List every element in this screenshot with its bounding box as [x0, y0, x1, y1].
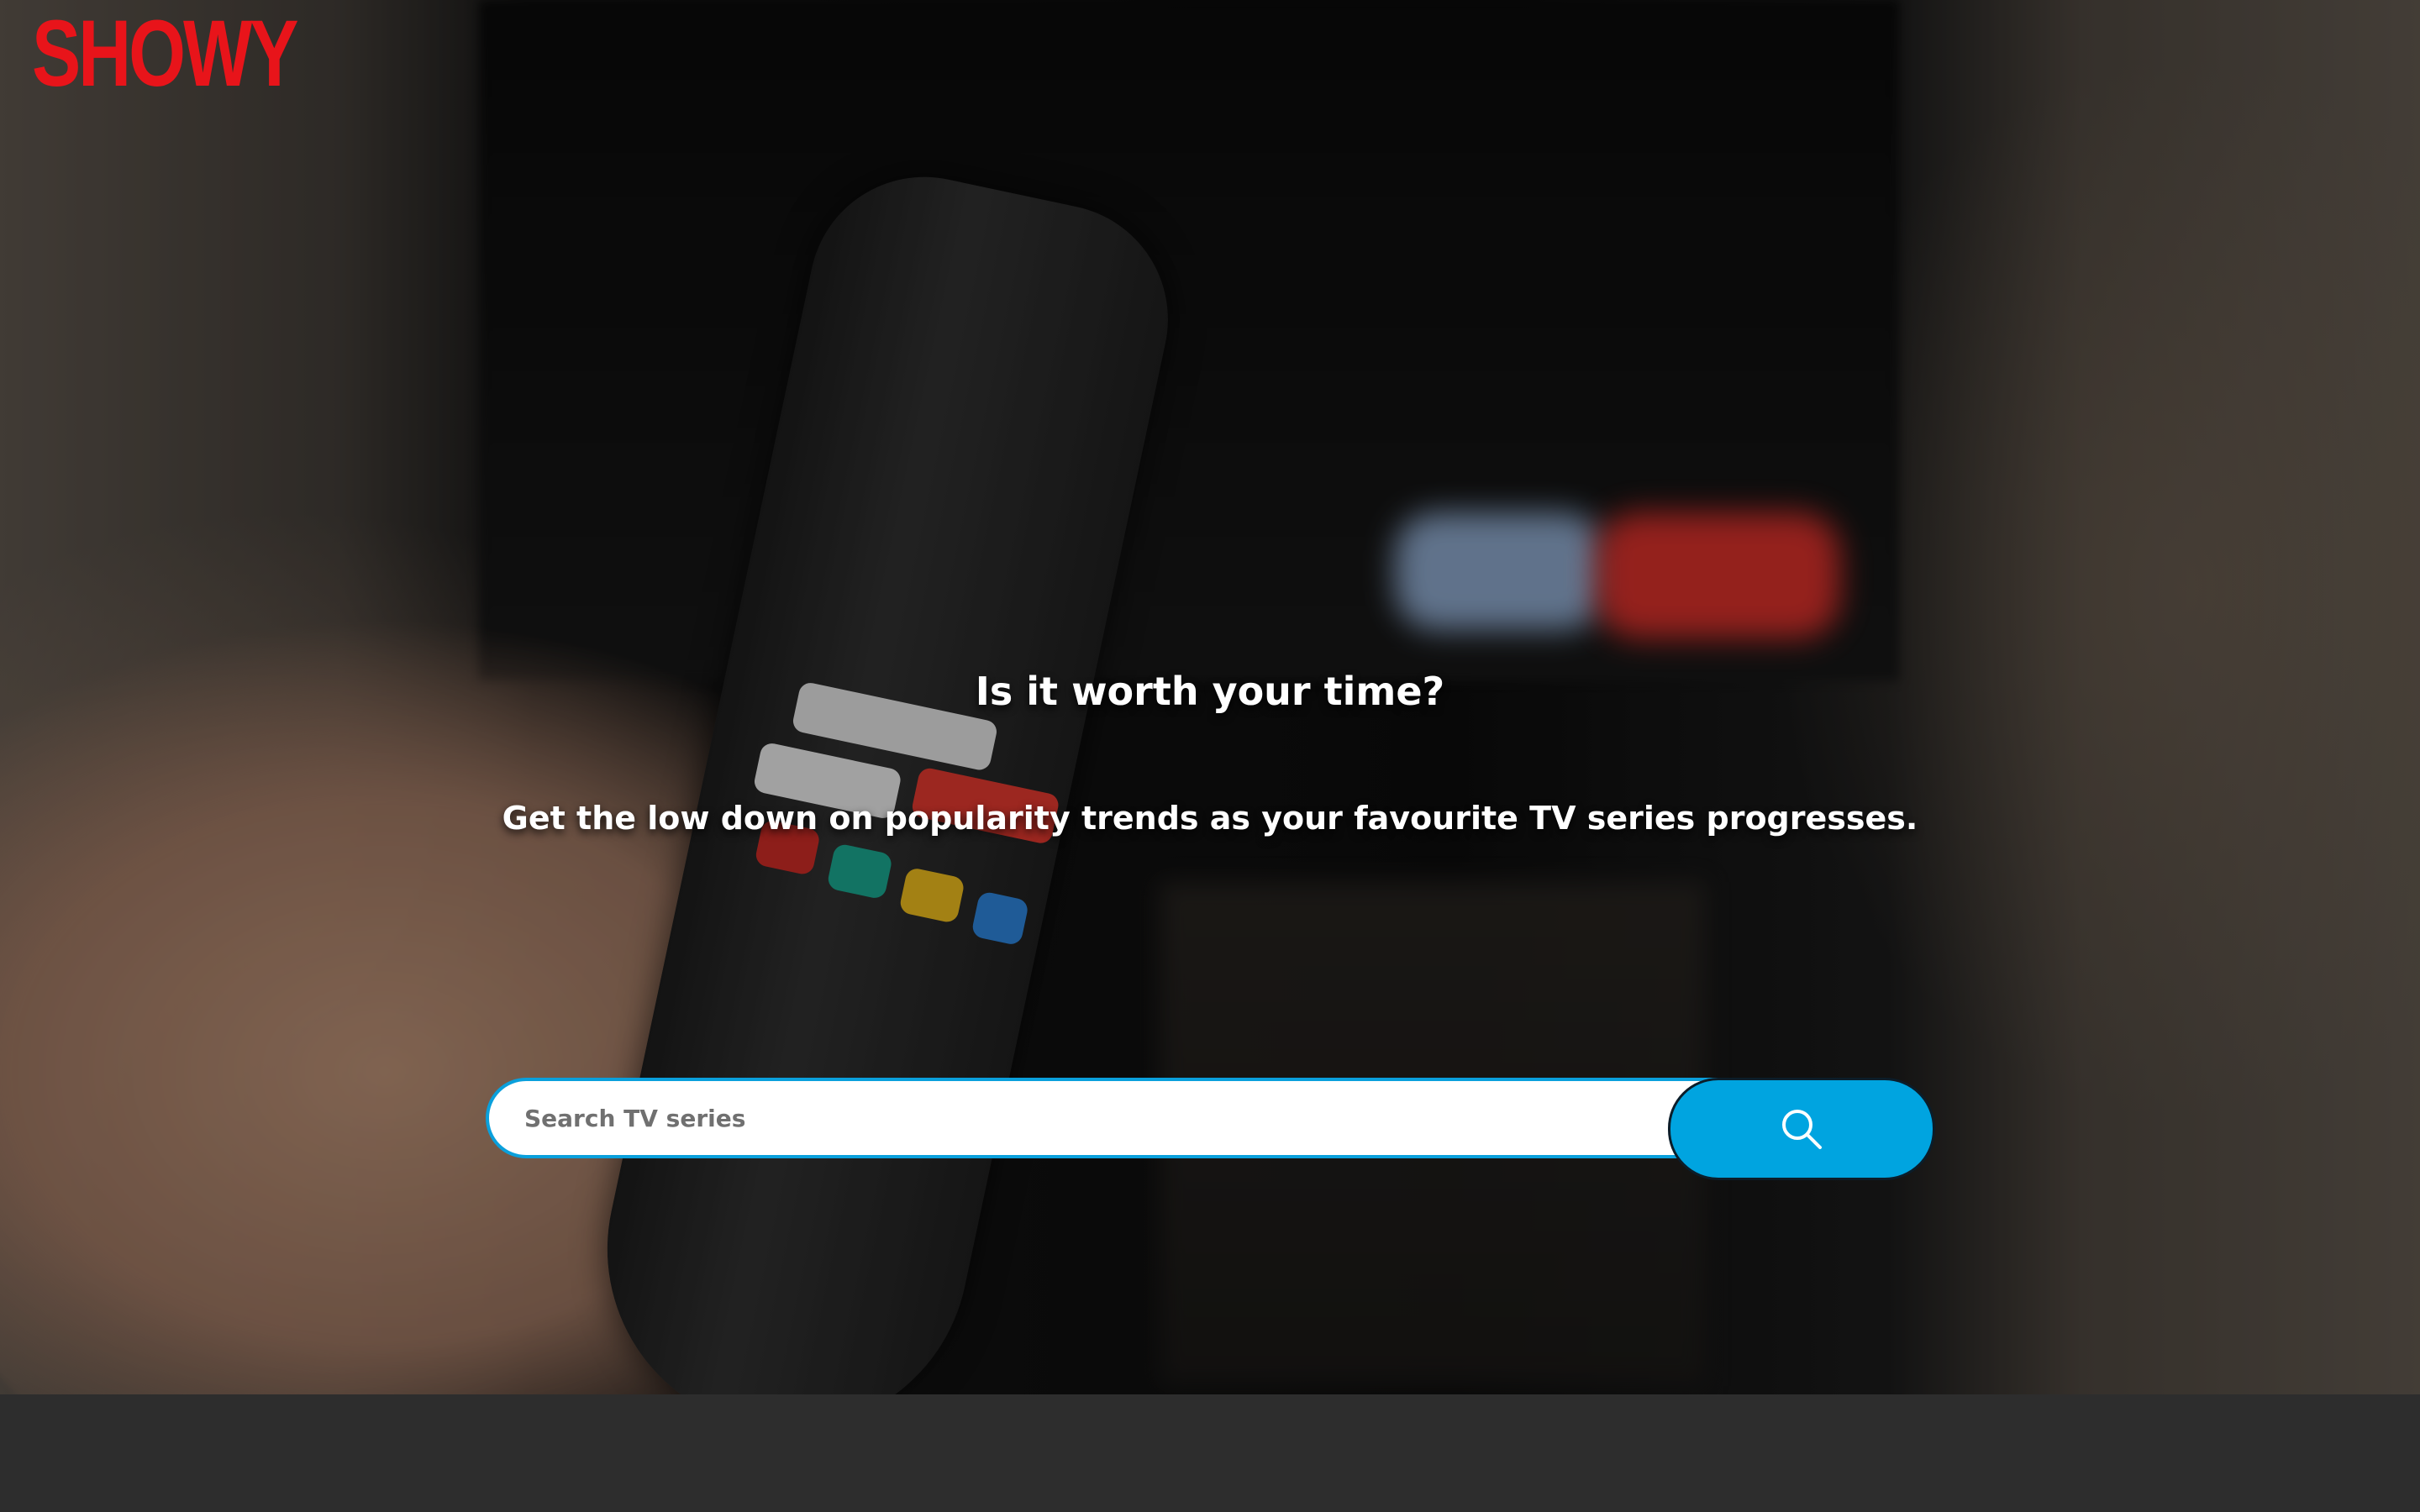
logo[interactable]: SHOWY: [32, 7, 299, 101]
footer: [0, 1394, 2420, 1512]
search-input[interactable]: [486, 1078, 1797, 1158]
hero-headline: Is it worth your time?: [975, 669, 1445, 714]
hero-subheadline: Get the low down on popularity trends as…: [502, 800, 1918, 837]
search-button[interactable]: [1668, 1078, 1935, 1180]
search-bar: [486, 1078, 1936, 1182]
page: SHOWY Is it worth your time? Get the low…: [0, 0, 2420, 1512]
search-icon: [1782, 1110, 1822, 1149]
